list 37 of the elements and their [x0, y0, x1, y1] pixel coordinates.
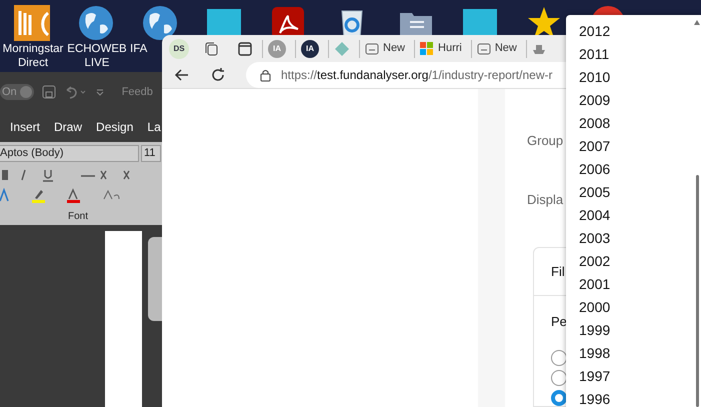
desktop-icon-label[interactable]: ECHOWEB LIVE [66, 42, 128, 70]
dropdown-option[interactable]: 2000 [566, 296, 693, 319]
browser-tab-title[interactable]: Hurri [438, 40, 462, 57]
section-label: Pe [551, 314, 567, 329]
search-text: Feedb [122, 84, 153, 100]
url-text: https://test.fundanalyser.org/1/industry-report/new-r [281, 67, 552, 84]
dropdown-option[interactable]: 2004 [566, 204, 693, 227]
dropdown-option[interactable]: 2005 [566, 181, 693, 204]
dropdown-option[interactable]: 2008 [566, 112, 693, 135]
browser-tab-title[interactable]: New [383, 40, 406, 57]
form-label: Group [527, 133, 564, 148]
ribbon-tab[interactable]: La [147, 118, 161, 136]
profile-avatar[interactable]: DS [169, 38, 189, 58]
dropdown-option[interactable]: 2010 [566, 66, 693, 89]
form-label: Displa [527, 192, 564, 207]
dropdown-option[interactable]: 2006 [566, 158, 693, 181]
dropdown-option[interactable]: 2003 [566, 227, 693, 250]
dropdown-option[interactable]: 1997 [566, 365, 693, 388]
desktop-icon-label[interactable]: IFA [130, 42, 148, 56]
profile-avatar[interactable]: IA [301, 40, 319, 58]
dropdown-option[interactable]: 2012 [566, 20, 693, 43]
dropdown-option[interactable]: 2009 [566, 89, 693, 112]
dropdown-option[interactable]: 2002 [566, 250, 693, 273]
card-title: Fil [551, 262, 565, 281]
dropdown-option[interactable]: 1996 [566, 388, 693, 407]
font-size-field[interactable]: 11 [141, 145, 161, 162]
desktop-icon-label[interactable]: Morningstar Direct [2, 42, 64, 70]
dropdown-option[interactable]: 2001 [566, 273, 693, 296]
ribbon-tab[interactable]: Design [96, 118, 134, 136]
dropdown-option[interactable]: 2007 [566, 135, 693, 158]
group-label: Font [67, 210, 90, 224]
ribbon-tab[interactable]: Insert [10, 118, 40, 136]
font-name-field[interactable]: Aptos (Body) [0, 145, 139, 162]
dropdown-option[interactable]: 1998 [566, 342, 693, 365]
dropdown-option[interactable]: 1999 [566, 319, 693, 342]
ribbon-tab[interactable]: Draw [54, 118, 82, 136]
browser-tab-title[interactable]: New [494, 40, 517, 57]
